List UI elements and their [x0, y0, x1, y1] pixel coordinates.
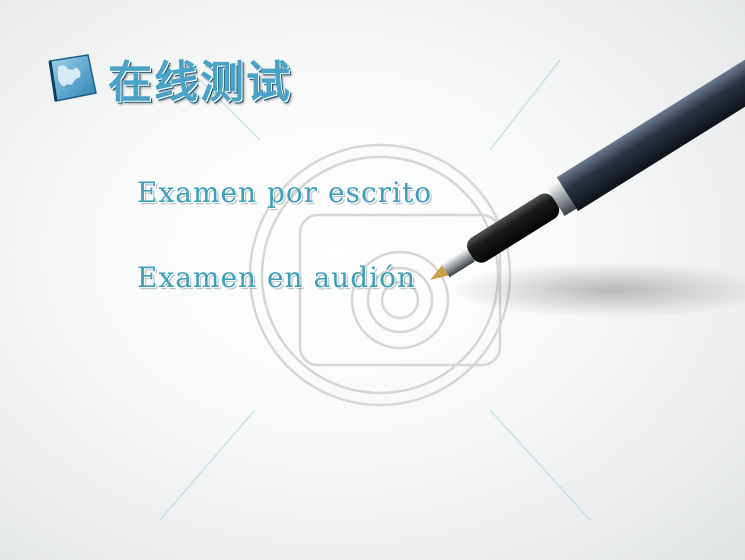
pen-barrel — [556, 50, 745, 212]
pen-shadow — [450, 262, 745, 318]
pen-illustration — [430, 50, 745, 318]
pen-grip — [467, 193, 560, 263]
